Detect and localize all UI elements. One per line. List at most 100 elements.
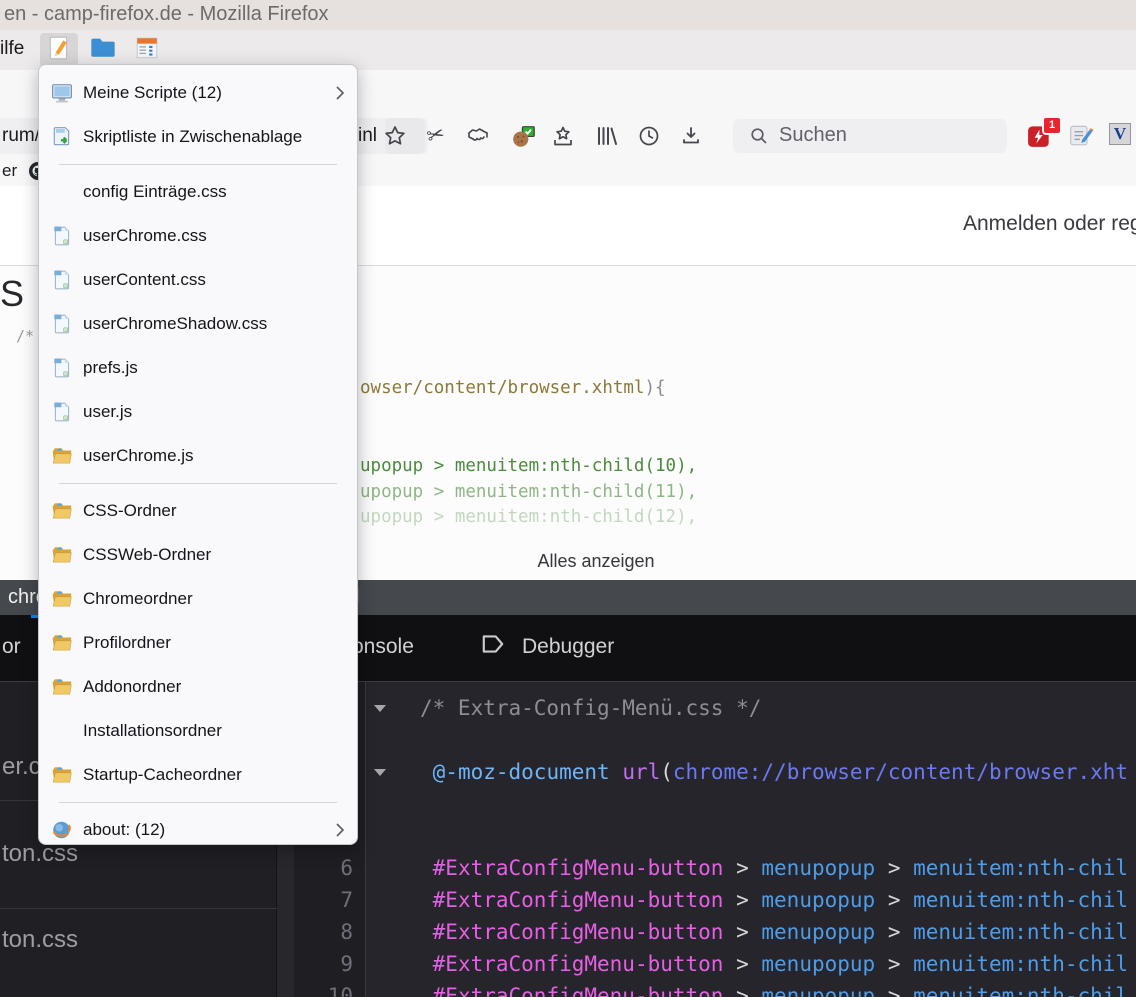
menu-help-item[interactable]: ilfe [0, 38, 24, 60]
menu-separator [59, 164, 337, 165]
menu-item-installationsordner[interactable]: Installationsordner [39, 709, 357, 753]
handshake-icon[interactable] [466, 124, 490, 148]
fold-arrow-icon[interactable] [374, 769, 386, 776]
menu-item-label: about: (12) [83, 820, 165, 840]
config-table-icon [134, 35, 160, 66]
menu-item-label: userChromeShadow.css [83, 314, 267, 334]
menu-item-profilordner[interactable]: Profilordner [39, 621, 357, 665]
tab-inspector-fragment[interactable]: or [2, 635, 21, 659]
tab-debugger[interactable]: Debugger [522, 635, 614, 659]
menu-item-label: Startup-Cacheordner [83, 765, 242, 785]
code-token: ( [660, 760, 673, 784]
page-code-line: owser/content/browser.xhtml){ [360, 378, 666, 398]
stylesheet-item[interactable]: er.c [2, 753, 41, 781]
code-line: #ExtraConfigMenu-button > menupopup > me… [366, 884, 1136, 916]
doc-export-icon [51, 126, 73, 148]
page-heading-fragment: S [0, 273, 24, 315]
code-token: menupopup [761, 920, 875, 944]
code-token: > [723, 920, 761, 944]
menu-item-startup-cacheordner[interactable]: Startup-Cacheordner [39, 753, 357, 797]
menu-item-userchrome-css[interactable]: userChrome.css [39, 214, 357, 258]
code-line: #ExtraConfigMenu-button > menupopup > me… [366, 948, 1136, 980]
code-token: #ExtraConfigMenu-button [433, 984, 724, 997]
folder-icon [51, 632, 73, 654]
line-number: 8 [313, 916, 353, 948]
menu-item-label: CSS-Ordner [83, 501, 177, 521]
cookie-consent-icon[interactable] [511, 124, 535, 148]
script-editor-button[interactable] [40, 33, 78, 67]
page-code-green-line: upopup > menuitem:nth-child(11), [360, 482, 697, 502]
menu-item-user-js[interactable]: user.js [39, 390, 357, 434]
screenshot-scissors-icon[interactable]: ✂ [427, 123, 451, 147]
menu-item-label: userChrome.css [83, 226, 207, 246]
menu-item-prefs-js[interactable]: prefs.js [39, 346, 357, 390]
menu-item-cssweb-ordner[interactable]: CSSWeb-Ordner [39, 533, 357, 577]
code-token: > [875, 952, 913, 976]
code-token: > [723, 984, 761, 997]
code-token: menupopup [761, 984, 875, 997]
menu-item-label: CSSWeb-Ordner [83, 545, 211, 565]
code-token [420, 920, 433, 944]
code-token: menupopup [761, 856, 875, 880]
menu-item-addonordner[interactable]: Addonordner [39, 665, 357, 709]
code-token: #ExtraConfigMenu-button [433, 888, 724, 912]
folder-toolbar-button[interactable] [84, 33, 122, 67]
notes-pencil-icon[interactable] [1068, 122, 1094, 148]
editor-code-area[interactable]: /* Extra-Config-Menü.css */ @-moz-docume… [366, 682, 1136, 997]
config-table-button[interactable] [128, 33, 166, 67]
code-token: menuitem:nth-chil [913, 952, 1128, 976]
bookmark-item-fragment[interactable]: er [2, 161, 17, 181]
menu-item-label: Profilordner [83, 633, 171, 653]
file-icon [51, 269, 73, 291]
code-token: > [723, 888, 761, 912]
menu-item-meine-scripte-12[interactable]: Meine Scripte (12) [39, 71, 357, 115]
menu-item-skriptliste-in-zwischenablage[interactable]: Skriptliste in Zwischenablage [39, 115, 357, 159]
code-line: #ExtraConfigMenu-button > menupopup > me… [366, 916, 1136, 948]
folder-icon [51, 676, 73, 698]
page-code-green-line: upopup > menuitem:nth-child(10), [360, 456, 697, 476]
line-number: 10 [313, 980, 353, 997]
code-line: /* Extra-Config-Menü.css */ [366, 692, 1136, 724]
menu-item-label: user.js [83, 402, 132, 422]
bookmark-star-icon[interactable] [383, 124, 407, 148]
code-token: chrome://browser/content/browser.xht [673, 760, 1128, 784]
search-icon [749, 126, 769, 146]
code-token [420, 888, 433, 912]
menu-item-label: Meine Scripte (12) [83, 83, 222, 103]
signin-link[interactable]: Anmelden oder reg [963, 212, 1136, 236]
stylesheet-item[interactable]: ton.css [2, 926, 78, 954]
no-icon [51, 720, 73, 742]
globe-icon [51, 819, 73, 841]
submenu-chevron-icon [335, 85, 345, 101]
menu-item-css-ordner[interactable]: CSS-Ordner [39, 489, 357, 533]
menu-item-label: userContent.css [83, 270, 206, 290]
menu-item-config-eintr-ge-css[interactable]: config Einträge.css [39, 170, 357, 214]
code-line: @-moz-document url(chrome://browser/cont… [366, 756, 1136, 788]
library-icon[interactable] [595, 124, 619, 148]
menu-item-label: config Einträge.css [83, 182, 227, 202]
sidebar-divider [0, 908, 277, 909]
blue-folder-icon [89, 34, 117, 67]
file-icon [51, 225, 73, 247]
code-token: > [875, 920, 913, 944]
star-tray-icon[interactable] [551, 124, 575, 148]
v-extension-icon[interactable]: V [1109, 123, 1131, 145]
code-line: #ExtraConfigMenu-button > menupopup > me… [366, 852, 1136, 884]
fold-arrow-icon[interactable] [374, 705, 386, 712]
code-token [420, 952, 433, 976]
menu-item-chromeordner[interactable]: Chromeordner [39, 577, 357, 621]
menu-item-usercontent-css[interactable]: userContent.css [39, 258, 357, 302]
search-bar[interactable]: Suchen [733, 119, 1007, 153]
download-icon[interactable] [679, 124, 703, 148]
file-icon [51, 401, 73, 423]
folder-icon [51, 588, 73, 610]
menu-item-userchrome-js[interactable]: userChrome.js [39, 434, 357, 478]
show-all-button[interactable]: Alles anzeigen [360, 551, 832, 572]
menu-item-userchromeshadow-css[interactable]: userChromeShadow.css [39, 302, 357, 346]
history-clock-icon[interactable] [637, 124, 661, 148]
code-token: /* Extra-Config-Menü.css */ [420, 696, 761, 720]
menu-popup: Meine Scripte (12) Skriptliste in Zwische… [38, 64, 358, 845]
menu-item-about-12[interactable]: about: (12) [39, 808, 357, 852]
menu-item-label: Addonordner [83, 677, 181, 697]
page-comment-fragment: /* [16, 327, 34, 345]
